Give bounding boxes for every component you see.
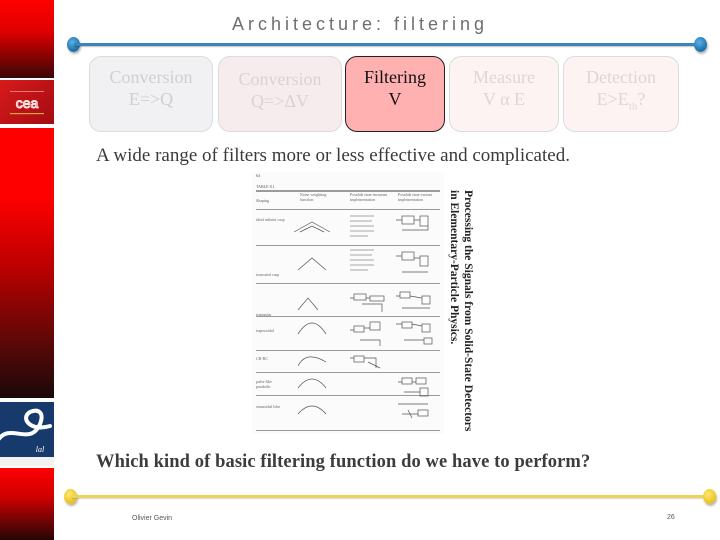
cea-logo: cea — [0, 80, 54, 124]
formula-main: E>E — [596, 89, 629, 109]
pipeline-step-formula: E>Eth? — [564, 88, 678, 118]
pipeline-step-conversion-e-q: Conversion E=>Q — [89, 56, 213, 132]
pipeline-step-formula: V α E — [482, 89, 526, 109]
formula-suffix: ? — [637, 89, 646, 109]
lal-logo-caption — [0, 457, 54, 466]
filter-table-scan: 64 TABLE 8.1 Shaping Noise weighting fun… — [252, 172, 444, 434]
crrc-shape — [297, 356, 327, 367]
pipeline-step-conversion-q-dv: Conversion Q=>ΔV — [218, 56, 342, 132]
title-rule — [74, 43, 696, 46]
pipeline-step-detection: Detection E>Eth? — [563, 56, 679, 132]
footer-rule-right-dot — [703, 489, 716, 504]
pipeline-step-label: Conversion — [109, 67, 193, 87]
sidebar-gradient-bottom — [0, 468, 54, 540]
book-title-line2: in Elementary-Particle Physics. — [448, 190, 460, 345]
pipeline-step-filtering: Filtering V — [345, 56, 445, 132]
slide-page-number: 26 — [667, 514, 675, 521]
sidebar-gradient-top — [0, 0, 54, 78]
title-rule-right-dot — [694, 37, 707, 52]
slide-subtitle: A wide range of filters more or less eff… — [96, 145, 570, 166]
sidebar-decoration: cea lal — [0, 0, 54, 540]
sidebar-gradient-middle — [0, 128, 54, 398]
scan-drawings — [293, 215, 433, 419]
cea-logo-text: cea — [16, 95, 39, 111]
triangular-shape — [297, 297, 319, 311]
pipeline-step-label: Conversion — [238, 69, 322, 89]
lal-logo-text: lal — [36, 445, 45, 454]
pipeline-step-label: Measure — [473, 67, 535, 87]
triangle-shape — [297, 257, 327, 271]
book-title-line1: Processing the Signals from Solid-State … — [462, 190, 474, 432]
footer-rule — [72, 495, 704, 498]
slide-title: Architecture: filtering — [231, 14, 489, 34]
book-spine-title: Processing the Signals from Solid-State … — [442, 190, 484, 440]
pipeline-step-label: Detection — [586, 67, 656, 87]
lal-logo: lal — [0, 402, 54, 457]
pipeline-step-measure: Measure V α E — [449, 56, 559, 132]
cusp-shape — [293, 221, 331, 233]
pipeline-step-formula: V — [388, 89, 402, 109]
pipeline-step-formula: E=>Q — [128, 89, 174, 109]
pipeline-step-formula: Q=>ΔV — [251, 91, 309, 111]
sinusoidal-shape — [297, 405, 327, 415]
trapezoid-shape — [297, 322, 327, 335]
footer-author: Olivier Gevin — [132, 515, 173, 522]
pipeline-step-label: Filtering — [364, 67, 426, 87]
parabolic-shape — [297, 378, 327, 389]
slide-question: Which kind of basic filtering function d… — [96, 452, 591, 472]
